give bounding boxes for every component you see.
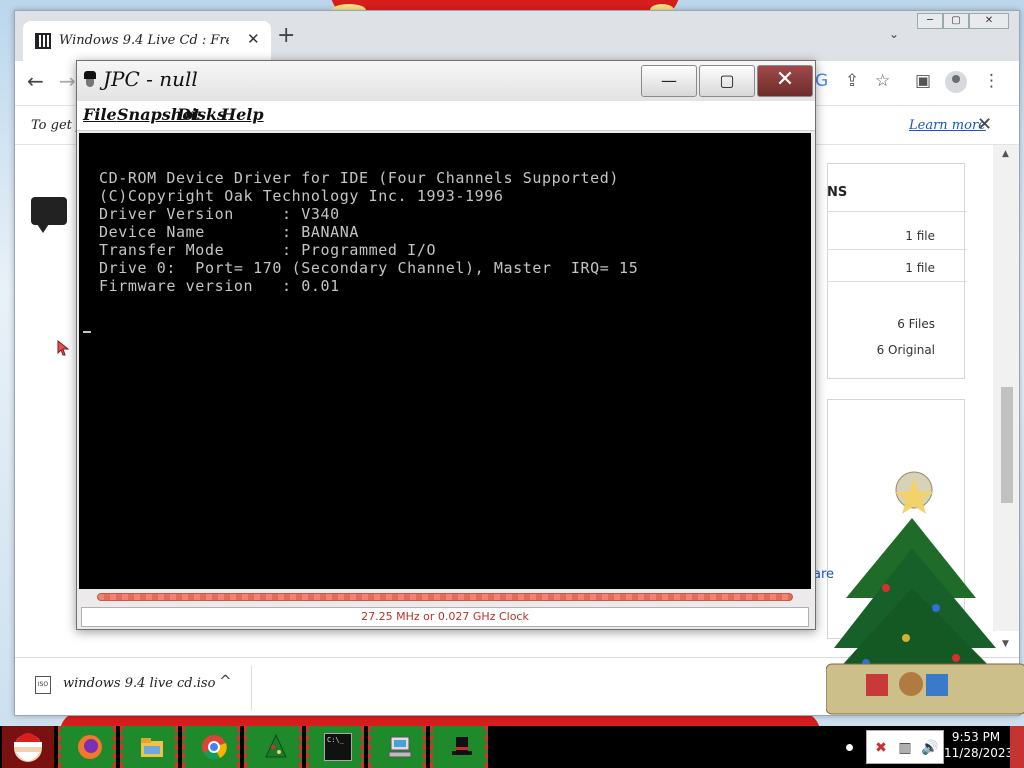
network-computer-icon <box>388 736 412 758</box>
command-prompt-label: C:\_ <box>327 736 344 744</box>
console-line: (C)Copyright Oak Technology Inc. 1993-19… <box>99 187 504 205</box>
chrome-icon <box>202 735 227 760</box>
back-button[interactable]: ← <box>27 69 44 93</box>
browser-close-button[interactable]: ✕ <box>969 13 1009 29</box>
profile-avatar-icon[interactable] <box>945 71 967 93</box>
start-button[interactable] <box>2 726 54 768</box>
browser-tab[interactable]: Windows 9.4 Live Cd : Free Dow ✕ <box>23 21 271 61</box>
tab-strip: Windows 9.4 Live Cd : Free Dow ✕ + ⌄ ─ ▢… <box>15 11 1019 61</box>
taskbar-file-explorer[interactable] <box>120 726 178 768</box>
network-status-icon[interactable]: ▥ <box>897 739 913 757</box>
console-line: Transfer Mode : Programmed I/O <box>99 241 437 259</box>
show-all-files-count[interactable]: 6 Files <box>897 317 935 331</box>
forward-button[interactable]: → <box>59 69 76 93</box>
christmas-tree-icon <box>826 471 1024 715</box>
system-tray: ✖ ▥ 🔊 <box>866 730 944 764</box>
top-hat-icon <box>83 71 97 89</box>
taskbar: C:\_ ✖ ▥ 🔊 9:53 PM 11/28/2023 <box>0 726 1024 768</box>
panel-divider <box>827 211 967 212</box>
jpc-window: JPC - null — ▢ ✕ File Snapshot Disks Hel… <box>76 60 816 630</box>
console-line: Drive 0: Port= 170 (Secondary Channel), … <box>99 259 639 277</box>
taskbar-chrome[interactable] <box>182 726 240 768</box>
jpc-minimize-button[interactable]: — <box>641 65 697 97</box>
taskbar-jpc[interactable] <box>430 726 488 768</box>
santa-start-icon <box>14 733 42 762</box>
new-tab-button[interactable]: + <box>277 23 295 48</box>
jpc-window-title: JPC - null <box>103 67 198 91</box>
text-cursor <box>83 331 91 333</box>
download-bar-divider <box>251 666 252 710</box>
scroll-up-arrow-icon[interactable]: ▲ <box>1002 149 1009 159</box>
side-panel-icon[interactable]: ▣ <box>915 71 931 91</box>
tray-notification-dot[interactable] <box>846 744 853 751</box>
panel-divider <box>827 249 967 250</box>
firefox-icon <box>78 735 102 759</box>
download-filename[interactable]: windows 9.4 live cd.iso <box>63 676 215 691</box>
menu-file[interactable]: File <box>83 105 117 124</box>
taskbar-christmas-tree[interactable] <box>244 726 302 768</box>
command-prompt-icon: C:\_ <box>324 733 352 761</box>
console-line: CD-ROM Device Driver for IDE (Four Chann… <box>99 169 620 187</box>
info-bar-close-icon[interactable]: ✕ <box>977 114 992 135</box>
tab-search-button[interactable]: ⌄ <box>889 27 899 41</box>
share-icon[interactable]: ⇪ <box>845 71 859 91</box>
jpc-maximize-button[interactable]: ▢ <box>699 65 755 97</box>
taskbar-command-prompt[interactable]: C:\_ <box>306 726 364 768</box>
clock-date[interactable]: 11/28/2023 <box>944 746 1013 760</box>
taskbar-firefox[interactable] <box>58 726 116 768</box>
download-option-count[interactable]: 1 file <box>905 261 935 275</box>
christmas-tree-icon <box>265 733 287 758</box>
iso-file-icon: ISO <box>35 676 51 694</box>
google-lens-icon[interactable]: G <box>815 71 828 91</box>
menu-help[interactable]: Help <box>221 105 264 124</box>
browser-minimize-button[interactable]: ─ <box>917 13 943 29</box>
jpc-titlebar[interactable]: JPC - null — ▢ ✕ <box>77 61 815 101</box>
panel-divider <box>827 281 967 282</box>
menu-disks[interactable]: Disks <box>177 105 226 124</box>
bookmark-star-icon[interactable]: ☆ <box>875 71 890 91</box>
mouse-pointer-icon <box>57 340 69 356</box>
tab-close-icon[interactable]: ✕ <box>247 30 260 48</box>
chrome-menu-icon[interactable]: ⋮ <box>983 71 1000 91</box>
archive-favicon-icon <box>35 33 51 49</box>
jpc-close-button[interactable]: ✕ <box>757 65 813 97</box>
learn-more-link[interactable]: Learn more <box>909 118 986 133</box>
volume-icon[interactable]: 🔊 <box>921 739 938 757</box>
console-line: Driver Version : V340 <box>99 205 340 223</box>
download-options-chevron-icon[interactable]: ^ <box>219 672 232 690</box>
jpc-top-hat-icon <box>452 737 472 755</box>
browser-maximize-button[interactable]: ▢ <box>943 13 969 29</box>
download-option-count[interactable]: 1 file <box>905 229 935 243</box>
show-desktop-button[interactable] <box>1010 726 1024 768</box>
taskbar-network[interactable] <box>368 726 426 768</box>
console-line: Firmware version : 0.01 <box>99 277 340 295</box>
console-line: Device Name : BANANA <box>99 223 360 241</box>
panel-heading: NS <box>827 185 848 200</box>
jpc-menubar: File Snapshot Disks Help <box>77 101 815 131</box>
clock-time[interactable]: 9:53 PM <box>944 730 1008 744</box>
comment-icon[interactable] <box>31 197 67 233</box>
original-files-count[interactable]: 6 Original <box>877 343 935 357</box>
emulator-screen[interactable]: CD-ROM Device Driver for IDE (Four Chann… <box>79 133 811 589</box>
tab-title: Windows 9.4 Live Cd : Free Dow <box>59 33 229 48</box>
file-explorer-icon <box>141 738 163 757</box>
emulator-speed-bar <box>97 593 793 601</box>
clock-speed-status: 27.25 MHz or 0.027 GHz Clock <box>81 607 809 627</box>
tray-alert-icon[interactable]: ✖ <box>873 739 889 757</box>
